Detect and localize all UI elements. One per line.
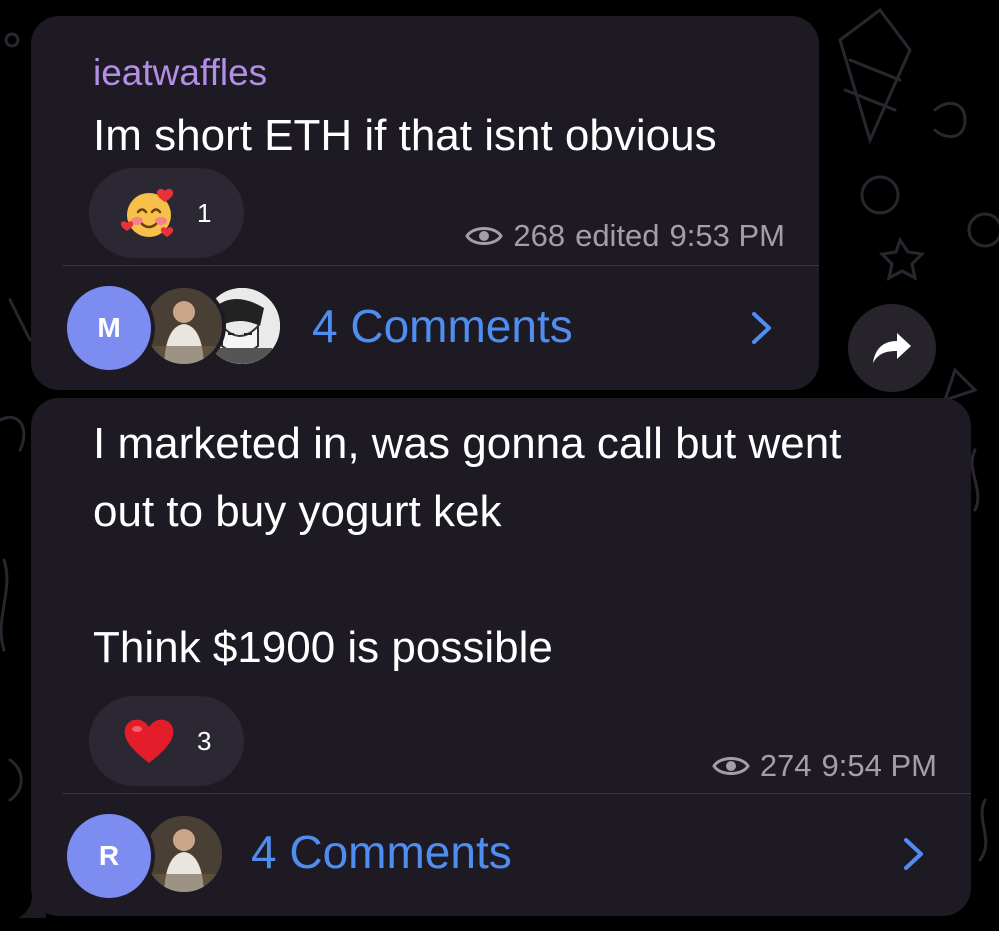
user-photo-icon [146, 288, 222, 364]
sender-name[interactable]: ieatwaffles [93, 52, 267, 94]
eye-icon [712, 757, 750, 775]
message-time: 9:53 PM [669, 218, 785, 253]
comments-row[interactable]: R 4 Comments [31, 794, 971, 916]
chevron-right-icon [752, 312, 771, 344]
user-photo-icon [146, 816, 222, 892]
reaction-chip[interactable]: 1 [89, 168, 244, 258]
comments-link[interactable]: 4 Comments [251, 825, 512, 879]
message-text: I marketed in, was gonna call but went o… [93, 419, 842, 672]
smiling-face-with-hearts-emoji-icon [121, 188, 174, 237]
view-count: 274 [759, 748, 812, 783]
eye-icon [465, 227, 504, 245]
message-meta: 274 9:54 PM [712, 748, 937, 784]
chevron-right-icon [904, 838, 923, 870]
reaction-count: 3 [197, 725, 212, 756]
red-heart-emoji-icon [124, 719, 174, 763]
avatar: R [63, 810, 155, 902]
message-time: 9:54 PM [821, 748, 937, 783]
avatar-initial: M [97, 312, 121, 343]
reaction-count: 1 [197, 197, 212, 228]
share-button[interactable] [848, 304, 936, 392]
share-arrow-icon [873, 333, 911, 363]
message-bubble-1[interactable]: ieatwaffles Im short ETH if that isnt ob… [31, 16, 819, 390]
reaction-chip[interactable]: 3 [89, 696, 244, 786]
view-count: 268 [513, 218, 566, 253]
message-text: Im short ETH if that isnt obvious [93, 111, 717, 160]
edited-label: edited [575, 218, 660, 253]
comments-row[interactable]: M 4 Comments [31, 266, 819, 390]
message-bubble-2[interactable]: I marketed in, was gonna call but went o… [31, 398, 971, 916]
avatar: M [63, 282, 155, 374]
comments-link[interactable]: 4 Comments [312, 299, 573, 353]
message-meta: 268 edited 9:53 PM [465, 218, 785, 254]
avatar-initial: R [98, 840, 120, 871]
bubble-tail [18, 896, 46, 918]
